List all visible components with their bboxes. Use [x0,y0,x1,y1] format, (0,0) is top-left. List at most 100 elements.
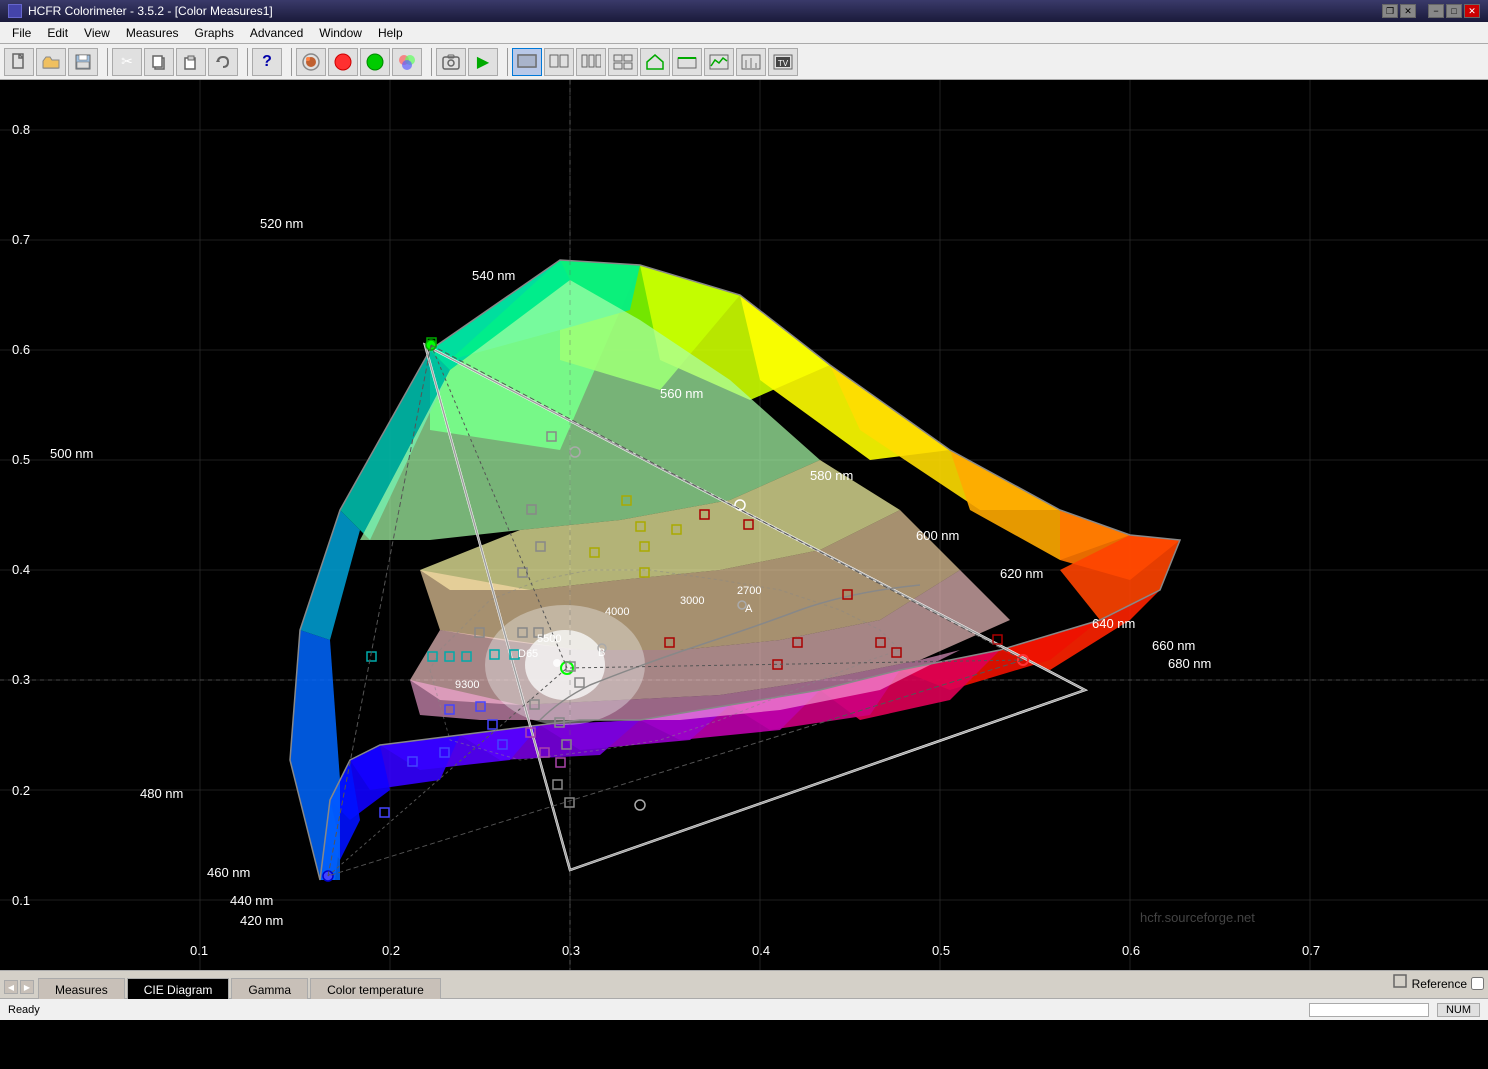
restore-down-btn[interactable]: ❐ [1382,4,1398,18]
svg-text:540 nm: 540 nm [472,268,515,283]
status-text: Ready [8,1004,40,1016]
svg-text:A: A [745,603,753,615]
display-mode-1[interactable] [512,48,542,76]
red-color-btn[interactable] [328,48,358,76]
display-mode-3[interactable] [576,48,606,76]
tab-scroll-right[interactable]: ▶ [20,980,34,994]
svg-text:460 nm: 460 nm [207,865,250,880]
titlebar-left: HCFR Colorimeter - 3.5.2 - [Color Measur… [8,4,273,18]
reference-checkbox[interactable] [1471,977,1484,990]
progress-bar [1309,1003,1429,1017]
save-btn[interactable] [68,48,98,76]
menu-graphs[interactable]: Graphs [187,22,242,43]
svg-text:B: B [598,647,605,659]
display-mode-4[interactable] [608,48,638,76]
play-btn[interactable]: ▶ [468,48,498,76]
undo-btn[interactable] [208,48,238,76]
svg-text:0.3: 0.3 [12,672,30,687]
svg-text:0.7: 0.7 [1302,943,1320,958]
app-title: HCFR Colorimeter - 3.5.2 - [Color Measur… [28,4,273,18]
svg-text:9300: 9300 [455,679,479,691]
open-btn[interactable] [36,48,66,76]
svg-text:0.3: 0.3 [562,943,580,958]
toolbar-sep-5 [502,48,508,76]
svg-text:0.5: 0.5 [932,943,950,958]
svg-text:2700: 2700 [737,585,761,597]
menu-window[interactable]: Window [311,22,370,43]
svg-text:0.6: 0.6 [12,342,30,357]
svg-text:hcfr.sourceforge.net: hcfr.sourceforge.net [1140,910,1255,925]
new-btn[interactable] [4,48,34,76]
menu-view[interactable]: View [76,22,118,43]
copy-btn[interactable] [144,48,174,76]
svg-text:0.2: 0.2 [382,943,400,958]
svg-text:420 nm: 420 nm [240,913,283,928]
toolbar-sep-4 [426,48,432,76]
svg-text:0.1: 0.1 [12,893,30,908]
reference-icon [1392,973,1408,994]
app-icon [8,4,22,18]
tab-scroll-left[interactable]: ◀ [4,980,18,994]
tab-measures[interactable]: Measures [38,978,125,999]
svg-text:620 nm: 620 nm [1000,566,1043,581]
toolbar-sep-2 [242,48,248,76]
reference-label: Reference [1412,977,1467,991]
menu-help[interactable]: Help [370,22,411,43]
svg-text:600 nm: 600 nm [916,528,959,543]
display-mode-7[interactable] [704,48,734,76]
menu-measures[interactable]: Measures [118,22,187,43]
toolbar: ✂ ? ▶ [0,44,1488,80]
svg-text:TV: TV [778,59,789,68]
svg-text:480 nm: 480 nm [140,786,183,801]
svg-text:0.8: 0.8 [12,122,30,137]
tab-color-temperature[interactable]: Color temperature [310,978,441,999]
svg-text:500 nm: 500 nm [50,446,93,461]
tab-cie-diagram[interactable]: CIE Diagram [127,978,230,999]
toolbar-sep-3 [286,48,292,76]
svg-text:5500: 5500 [537,633,561,645]
minimize-btn[interactable]: − [1428,4,1444,18]
svg-text:0.1: 0.1 [190,943,208,958]
svg-text:520 nm: 520 nm [260,216,303,231]
tabbar: ◀ ▶ Measures CIE Diagram Gamma Color tem… [0,970,1488,998]
maximize-btn[interactable]: □ [1446,4,1462,18]
menu-edit[interactable]: Edit [39,22,76,43]
svg-text:0.4: 0.4 [12,562,30,577]
menu-file[interactable]: File [4,22,39,43]
svg-text:0.7: 0.7 [12,232,30,247]
display-mode-2[interactable] [544,48,574,76]
statusbar: Ready NUM [0,998,1488,1020]
svg-text:580 nm: 580 nm [810,468,853,483]
close-btn[interactable]: ✕ [1464,4,1480,18]
green-color-btn[interactable] [360,48,390,76]
svg-text:560 nm: 560 nm [660,386,703,401]
svg-text:0.5: 0.5 [12,452,30,467]
display-mode-8[interactable] [736,48,766,76]
display-mode-9[interactable]: TV [768,48,798,76]
multi-color-btn[interactable] [392,48,422,76]
cie-diagram: 0.1 0.2 0.3 0.4 0.5 0.6 0.7 0.8 0.1 0.2 … [0,80,1488,970]
display-mode-6[interactable] [672,48,702,76]
child-close-btn[interactable]: ✕ [1400,4,1416,18]
svg-text:0.4: 0.4 [752,943,770,958]
titlebar: HCFR Colorimeter - 3.5.2 - [Color Measur… [0,0,1488,22]
paste-btn[interactable] [176,48,206,76]
display-mode-5[interactable] [640,48,670,76]
help-btn[interactable]: ? [252,48,282,76]
svg-text:680 nm: 680 nm [1168,656,1211,671]
svg-text:640 nm: 640 nm [1092,616,1135,631]
svg-text:4000: 4000 [605,606,629,618]
toolbar-sep-1 [102,48,108,76]
num-indicator: NUM [1437,1003,1480,1017]
titlebar-right: ❐ ✕ − □ ✕ [1382,4,1480,18]
menu-advanced[interactable]: Advanced [242,22,311,43]
svg-text:440 nm: 440 nm [230,893,273,908]
cut-btn[interactable]: ✂ [112,48,142,76]
svg-text:660 nm: 660 nm [1152,638,1195,653]
colorimeter-btn[interactable] [296,48,326,76]
statusbar-right: NUM [1309,1003,1480,1017]
tab-gamma[interactable]: Gamma [231,978,308,999]
camera-btn[interactable] [436,48,466,76]
menubar: File Edit View Measures Graphs Advanced … [0,22,1488,44]
svg-text:0.2: 0.2 [12,783,30,798]
